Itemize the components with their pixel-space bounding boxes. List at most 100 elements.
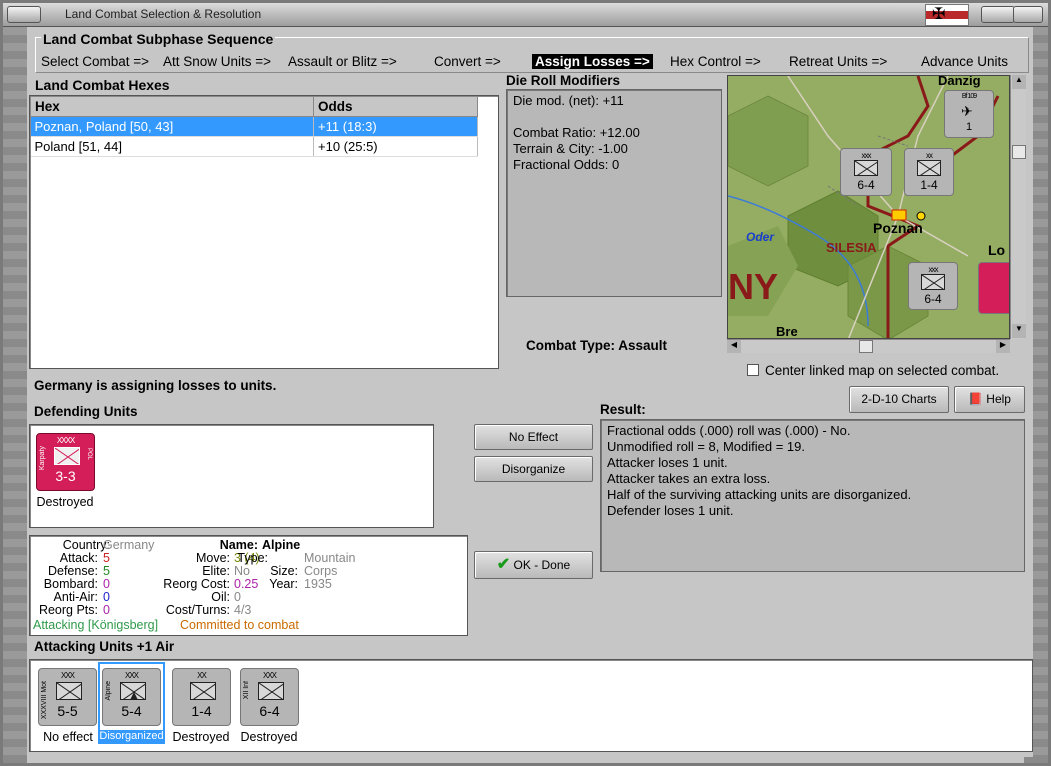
- map-unit-counter[interactable]: xxx 6-4: [908, 262, 958, 310]
- window-menu-button[interactable]: [7, 6, 41, 23]
- ok-done-button[interactable]: ✔ OK - Done: [474, 551, 593, 579]
- step-assault-blitz: Assault or Blitz =>: [288, 54, 397, 69]
- column-odds[interactable]: Odds: [313, 96, 478, 117]
- map-east-label: Lo: [988, 242, 1006, 258]
- defending-title: Defending Units: [34, 404, 138, 419]
- result-title: Result:: [600, 402, 646, 417]
- die-roll-title: Die Roll Modifiers: [506, 73, 621, 88]
- motorized-infantry-icon: [56, 682, 82, 700]
- step-assign-losses: Assign Losses =>: [532, 54, 653, 69]
- infantry-symbol-icon: [921, 274, 945, 290]
- unit-strength: 1: [965, 121, 973, 133]
- combat-window: Land Combat Selection & Resolution ✠ Lan…: [0, 0, 1051, 766]
- size-label: Size:: [270, 564, 298, 578]
- costturns-value: 4/3: [234, 603, 252, 617]
- map-vertical-scrollbar[interactable]: ▲ ▼: [1010, 75, 1026, 339]
- infantry-symbol-icon: [917, 160, 941, 176]
- map-city-label: Poznan: [873, 220, 923, 236]
- mountain-infantry-icon: [120, 682, 146, 700]
- nation-flag-icon: ✠: [925, 4, 969, 26]
- unit-strength: 5-4: [121, 703, 142, 719]
- oil-label: Oil:: [211, 590, 230, 604]
- map-air-unit-counter[interactable]: Bf 109 ✈ 1: [944, 90, 994, 138]
- infantry-symbol-icon: [854, 160, 878, 176]
- odds-cell: +11 (18:3): [313, 116, 478, 137]
- map-horizontal-scrollbar[interactable]: ◀ ▶: [727, 339, 1010, 353]
- attacker-unit-counter[interactable]: XXX XXXVIII Mot 5-5: [38, 668, 97, 726]
- map-unit-counter[interactable]: xxx 6-4: [840, 148, 892, 196]
- oil-value: 0: [234, 590, 241, 604]
- charts-button[interactable]: 2-D-10 Charts: [849, 386, 949, 413]
- scroll-left-icon[interactable]: ◀: [727, 340, 741, 353]
- committed-status: Committed to combat: [180, 618, 299, 632]
- country-value: Germany: [103, 538, 155, 552]
- book-icon: 📕: [968, 392, 983, 406]
- year-label: Year:: [269, 577, 298, 591]
- map-region-label: SILESIA: [826, 240, 877, 255]
- attacking-title: Attacking Units +1 Air: [34, 639, 175, 654]
- attacker-unit-counter[interactable]: XX 1-4: [172, 668, 231, 726]
- antiair-value: 0: [103, 590, 110, 604]
- map-country-label: NY: [728, 266, 779, 307]
- result-line: Attacker takes an extra loss.: [607, 471, 771, 486]
- bombard-value: 0: [103, 577, 110, 591]
- map-defender-counter[interactable]: [978, 262, 1009, 314]
- checkmark-icon: ✔: [496, 556, 511, 573]
- map-north-label: Danzig: [938, 75, 981, 88]
- table-row[interactable]: Poland [51, 44] +10 (25:5): [30, 136, 478, 157]
- map-unit-counter[interactable]: xx 1-4: [904, 148, 954, 196]
- defending-units-panel: XXXX Karpaty POL 3-3 Destroyed: [29, 424, 434, 528]
- hexes-list: Hex Odds Poznan, Poland [50, 43] +11 (18…: [29, 95, 499, 369]
- column-hex[interactable]: Hex: [30, 96, 314, 117]
- attack-value: 5: [103, 551, 110, 565]
- minimize-button[interactable]: [981, 6, 1015, 23]
- help-button[interactable]: 📕 Help: [954, 386, 1025, 413]
- odds-cell: +10 (25:5): [313, 136, 478, 157]
- scroll-right-icon[interactable]: ▶: [996, 340, 1010, 353]
- title-bar: Land Combat Selection & Resolution ✠: [3, 3, 1048, 27]
- result-line: Half of the surviving attacking units ar…: [607, 487, 912, 502]
- unit-size: XX: [197, 671, 207, 680]
- no-effect-button[interactable]: No Effect: [474, 424, 593, 450]
- center-map-option[interactable]: Center linked map on selected combat.: [747, 363, 999, 378]
- close-button[interactable]: [1013, 6, 1043, 23]
- unit-size: xx: [926, 151, 933, 160]
- bombard-label: Bombard:: [43, 577, 98, 591]
- unit-status: Destroyed: [36, 495, 94, 509]
- attacker-unit-counter[interactable]: XXX XII Inf 6-4: [240, 668, 299, 726]
- antiair-label: Anti-Air:: [53, 590, 98, 604]
- table-row[interactable]: Poznan, Poland [50, 43] +11 (18:3): [30, 116, 478, 137]
- unit-strength: 6-4: [857, 178, 875, 192]
- scroll-thumb[interactable]: [1012, 145, 1026, 159]
- reorgpts-label: Reorg Pts:: [38, 603, 98, 617]
- map-river-label: Oder: [746, 230, 775, 244]
- unit-size: Bf 109: [961, 93, 977, 100]
- aircraft-icon: ✈: [961, 103, 973, 119]
- scroll-down-icon[interactable]: ▼: [1012, 324, 1026, 338]
- infantry-symbol-icon: [190, 682, 216, 700]
- center-map-checkbox[interactable]: [747, 364, 759, 376]
- hex-cell: Poznan, Poland [50, 43]: [30, 116, 314, 137]
- infantry-symbol-icon: [54, 447, 80, 465]
- attacker-unit-counter[interactable]: XXX Alpine 5-4: [102, 668, 161, 726]
- result-line: Fractional odds (.000) roll was (.000) -…: [607, 423, 851, 438]
- attack-label: Attack:: [59, 551, 98, 565]
- unit-size: XXX: [262, 671, 277, 680]
- unit-strength: 6-4: [259, 703, 280, 719]
- unit-status: No effect: [43, 730, 93, 744]
- step-retreat: Retreat Units =>: [789, 54, 888, 69]
- linked-map[interactable]: Poznan SILESIA Oder NY Danzig Lo Bre xx …: [727, 75, 1010, 339]
- disorganize-button[interactable]: Disorganize: [474, 456, 593, 482]
- window-title: Land Combat Selection & Resolution: [65, 7, 262, 21]
- combat-type-label: Combat Type:: [526, 338, 616, 353]
- unit-strength: 3-3: [55, 468, 76, 484]
- left-frame: [3, 27, 27, 763]
- terrain-line: Terrain & City: -1.00: [513, 141, 628, 156]
- scroll-up-icon[interactable]: ▲: [1012, 75, 1026, 89]
- unit-strength: 5-5: [57, 703, 78, 719]
- step-select-combat: Select Combat =>: [41, 54, 150, 69]
- hexes-table: Hex Odds Poznan, Poland [50, 43] +11 (18…: [30, 96, 478, 157]
- scroll-thumb[interactable]: [859, 340, 873, 353]
- defender-unit-counter[interactable]: XXXX Karpaty POL 3-3: [36, 433, 95, 491]
- costturns-label: Cost/Turns:: [165, 603, 230, 617]
